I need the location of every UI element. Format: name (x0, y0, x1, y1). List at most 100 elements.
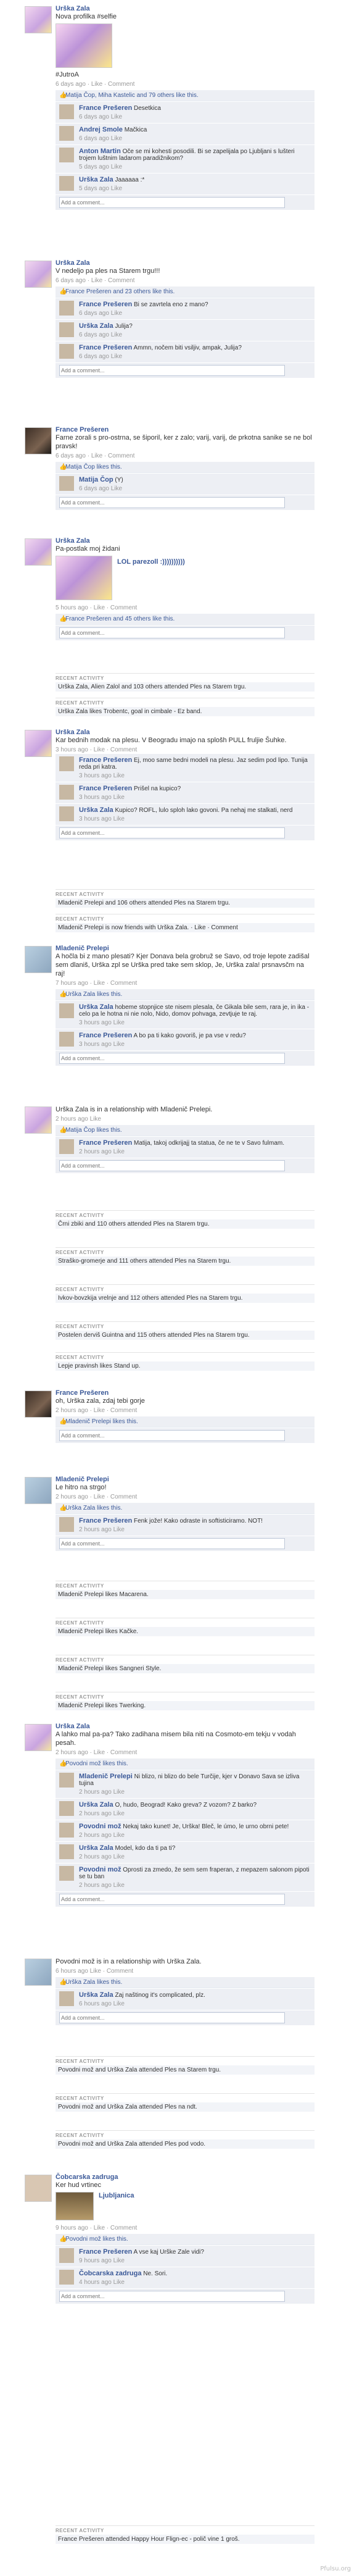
avatar[interactable] (59, 1517, 74, 1532)
comment-input[interactable] (59, 2012, 285, 2023)
avatar[interactable] (25, 1959, 52, 1986)
avatar[interactable] (59, 806, 74, 821)
avatar[interactable] (59, 756, 74, 771)
avatar[interactable] (59, 1823, 74, 1838)
avatar[interactable] (59, 301, 74, 316)
post-text: Kar bednih modak na plesu. V Beogradu im… (56, 737, 287, 744)
avatar[interactable] (25, 1477, 52, 1504)
author-name[interactable]: Urška Zala (56, 1723, 315, 1730)
post-meta[interactable]: 6 days ago · Like · Comment (56, 277, 315, 284)
post-photo[interactable] (56, 23, 112, 68)
avatar[interactable] (59, 2270, 74, 2285)
avatar[interactable] (25, 946, 52, 973)
comment-input[interactable] (59, 1538, 285, 1549)
avatar[interactable] (25, 427, 52, 454)
post-extra: #JutroA (56, 71, 79, 78)
comment-input[interactable] (59, 197, 285, 208)
avatar[interactable] (59, 2248, 74, 2263)
post-meta[interactable]: 7 hours ago · Like · Comment (56, 980, 315, 987)
post-meta[interactable]: 2 hours ago · Like · Comment (56, 1494, 315, 1500)
post-meta[interactable]: 2 hours ago · Like · Comment (56, 1407, 315, 1414)
avatar[interactable] (59, 476, 74, 491)
avatar[interactable] (59, 1032, 74, 1047)
avatar[interactable] (59, 322, 74, 337)
feed-story: Mladenič Prelepi A hočla bi z mano plesa… (25, 945, 315, 1066)
avatar[interactable] (59, 104, 74, 119)
avatar[interactable] (25, 261, 52, 288)
author-name[interactable]: Mladenič Prelepi (56, 945, 315, 952)
avatar[interactable] (59, 1991, 74, 2006)
photo-caption[interactable]: Ljubljanica (99, 2192, 134, 2199)
comment-input[interactable] (59, 1160, 285, 1171)
thumbs-up-icon: 👍 (59, 1127, 67, 1134)
author-name[interactable]: France Prešeren (56, 1389, 315, 1397)
avatar[interactable] (25, 1106, 52, 1134)
avatar[interactable] (59, 1866, 74, 1881)
thumbs-up-icon: 👍 (59, 1418, 67, 1425)
post-meta[interactable]: 2 hours ago Like (56, 1116, 315, 1123)
likes-line[interactable]: 👍Povodni mož likes this. (56, 2234, 315, 2245)
feed-story: Urška Zala is in a relationship with Mla… (25, 1105, 315, 1173)
comment-input[interactable] (59, 497, 285, 508)
avatar[interactable] (59, 148, 74, 162)
avatar[interactable] (25, 1390, 52, 1418)
avatar[interactable] (59, 1844, 74, 1859)
likes-line[interactable]: 👍Urška Zala likes this. (56, 1977, 315, 1988)
likes-line[interactable]: 👍Urška Zala likes this. (56, 1503, 315, 1514)
add-comment-row (56, 363, 315, 378)
avatar[interactable] (25, 2175, 52, 2202)
recent-activity: RECENT ACTIVITY Povodni mož and Urška Zal… (56, 2130, 315, 2149)
comment: Andrej Smole Mačkica 6 days ago Like (56, 123, 315, 144)
author-name[interactable]: Urška Zala (56, 537, 315, 545)
comment: France Prešeren Desetkica 6 days ago Like (56, 102, 315, 123)
recent-activity: RECENT ACTIVITY Mladenič Prelepi likes Sa… (56, 1655, 315, 1673)
avatar[interactable] (59, 1773, 74, 1788)
post-meta[interactable]: 6 hours ago Like · Comment (56, 1968, 315, 1975)
comment-input[interactable] (59, 1430, 285, 1441)
avatar[interactable] (25, 1724, 52, 1751)
comment-input[interactable] (59, 2291, 285, 2302)
comment-input[interactable] (59, 365, 285, 376)
avatar[interactable] (59, 1801, 74, 1816)
thumbs-up-icon: 👍 (59, 616, 67, 622)
post-meta[interactable]: 2 hours ago · Like · Comment (56, 1749, 315, 1756)
likes-line[interactable]: 👍Povodni mož likes this. (56, 1758, 315, 1770)
likes-line[interactable]: 👍Urška Zala likes this. (56, 989, 315, 1000)
avatar[interactable] (59, 126, 74, 141)
comment-input[interactable] (59, 1053, 285, 1064)
avatar[interactable] (25, 538, 52, 566)
likes-line[interactable]: 👍Matija Čop likes this. (56, 462, 315, 473)
author-name[interactable]: Urška Zala (56, 259, 315, 267)
likes-line[interactable]: 👍Matija Čop likes this. (56, 1125, 315, 1136)
author-name[interactable]: Mladenič Prelepi (56, 1476, 315, 1483)
author-name[interactable]: France Prešeren (56, 426, 315, 433)
author-name[interactable]: Čobcarska zadruga (56, 2173, 315, 2181)
avatar[interactable] (25, 6, 52, 33)
avatar[interactable] (59, 344, 74, 359)
author-name[interactable]: Urška Zala (56, 5, 315, 12)
likes-line[interactable]: 👍Mladenič Prelepi likes this. (56, 1416, 315, 1428)
add-comment-row (56, 2289, 315, 2304)
avatar[interactable] (59, 1139, 74, 1154)
avatar[interactable] (59, 785, 74, 800)
comment-input[interactable] (59, 1894, 285, 1905)
post-meta[interactable]: 6 days ago · Like · Comment (56, 453, 315, 459)
post-photo[interactable] (56, 556, 112, 600)
post-meta[interactable]: 3 hours ago · Like · Comment (56, 746, 315, 753)
avatar[interactable] (59, 176, 74, 191)
add-comment-row (56, 1428, 315, 1443)
author-name[interactable]: Urška Zala (56, 729, 315, 736)
comment: France Prešeren Ej, moo same bedni model… (56, 754, 315, 782)
avatar[interactable] (25, 730, 52, 757)
post-meta[interactable]: 5 hours ago · Like · Comment (56, 604, 315, 611)
avatar[interactable] (59, 1003, 74, 1018)
post-meta[interactable]: 9 hours ago · Like · Comment (56, 2225, 315, 2231)
post-photo[interactable] (56, 2192, 94, 2220)
likes-line[interactable]: 👍France Prešeren and 23 others like this… (56, 286, 315, 298)
post-meta[interactable]: 6 days ago · Like · Comment (56, 81, 315, 88)
likes-line[interactable]: 👍Matija Čop, Miha Kastelic and 79 others… (56, 90, 315, 101)
comment-input[interactable] (59, 627, 285, 638)
feed-story: Urška Zala V nedeljo pa ples na Starem t… (25, 259, 315, 378)
likes-line[interactable]: 👍France Prešeren and 45 others like this… (56, 614, 315, 625)
comment-input[interactable] (59, 827, 285, 838)
